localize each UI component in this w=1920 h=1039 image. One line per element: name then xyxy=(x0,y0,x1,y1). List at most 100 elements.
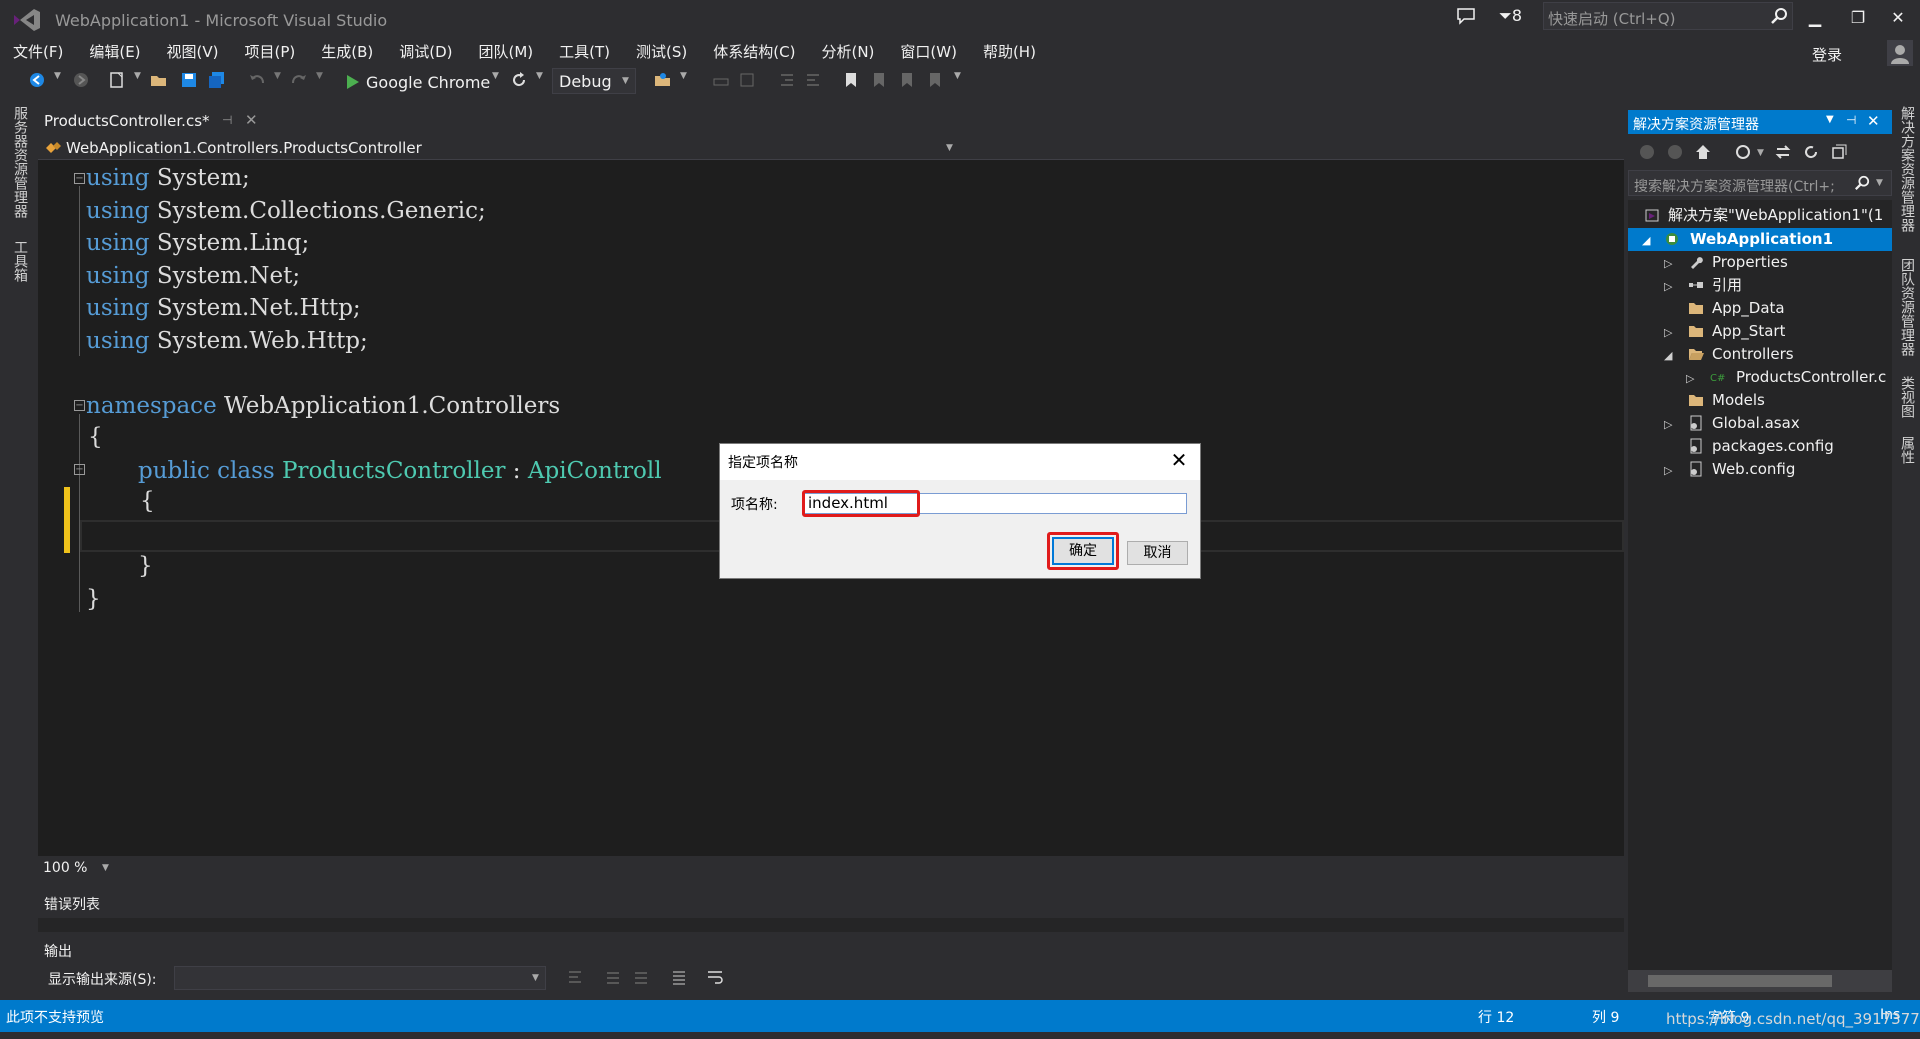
output-source-dropdown-icon[interactable]: ▼ xyxy=(532,973,539,983)
avatar-icon[interactable] xyxy=(1887,40,1913,66)
menu-analyze[interactable]: 分析(N) xyxy=(808,40,887,64)
restore-button[interactable]: ❐ xyxy=(1838,4,1878,32)
output-header[interactable] xyxy=(38,936,1624,962)
next-bookmark-icon[interactable] xyxy=(898,71,916,89)
properties-side-tab[interactable]: 属性 xyxy=(1897,436,1917,464)
sync-icon[interactable] xyxy=(1774,143,1792,161)
step-over-icon[interactable] xyxy=(738,71,756,89)
forward-icon[interactable] xyxy=(72,71,90,89)
expanded-arrow-icon[interactable]: ◢ xyxy=(1664,349,1672,362)
start-debugging-button[interactable]: Google Chrome xyxy=(346,69,490,95)
tree-item-webapplication1[interactable]: WebApplication1 xyxy=(1690,228,1833,251)
team-explorer-side-tab[interactable]: 团队资源管理器 xyxy=(1897,258,1917,356)
cancel-button[interactable]: 取消 xyxy=(1127,541,1188,565)
new-project-icon[interactable] xyxy=(108,71,126,89)
notification-icon[interactable] xyxy=(1456,7,1476,25)
tree-item-app-data[interactable]: App_Data xyxy=(1712,297,1785,320)
prev-bookmark-icon[interactable] xyxy=(870,71,888,89)
tree-item-solution[interactable]: 解决方案"WebApplication1"(1 xyxy=(1668,204,1890,227)
clear-all-icon[interactable] xyxy=(670,968,688,986)
close-tab-icon[interactable]: ✕ xyxy=(245,111,258,129)
output-source-select[interactable] xyxy=(174,966,546,990)
zoom-dropdown-icon[interactable]: ▼ xyxy=(102,863,109,873)
step-into-icon[interactable] xyxy=(712,71,730,89)
save-icon[interactable] xyxy=(180,71,198,89)
menu-project[interactable]: 项目(P) xyxy=(232,40,309,64)
tree-item-models[interactable]: Models xyxy=(1712,389,1765,412)
menu-debug[interactable]: 调试(D) xyxy=(386,40,465,64)
tree-item-controllers[interactable]: Controllers xyxy=(1712,343,1794,366)
tree-item-productscontroller[interactable]: ProductsController.c xyxy=(1736,366,1890,389)
nav-dropdown-icon[interactable]: ▼ xyxy=(946,143,953,153)
pin-panel-icon[interactable]: ⊣ xyxy=(1846,113,1856,127)
collapsed-arrow-icon[interactable]: ▷ xyxy=(1664,280,1672,293)
find-message-icon[interactable] xyxy=(566,968,584,986)
menu-file[interactable]: 文件(F) xyxy=(0,40,76,64)
minimize-button[interactable]: ▁ xyxy=(1795,4,1835,32)
toolbox-tab[interactable]: 工具箱 xyxy=(10,240,30,282)
collapse-namespace-icon[interactable]: − xyxy=(74,400,85,411)
pending-changes-filter-icon[interactable] xyxy=(1734,143,1752,161)
type-navigation-dropdown[interactable]: WebApplication1.Controllers.ProductsCont… xyxy=(66,139,422,157)
browser-dropdown-icon[interactable]: ▼ xyxy=(492,71,510,89)
panel-menu-icon[interactable]: ▼ xyxy=(1826,114,1834,125)
outdent-icon[interactable] xyxy=(778,71,796,89)
indent-icon[interactable] xyxy=(804,71,822,89)
class-view-side-tab[interactable]: 类视图 xyxy=(1897,376,1917,418)
collapsed-arrow-icon[interactable]: ▷ xyxy=(1664,326,1672,339)
menu-view[interactable]: 视图(V) xyxy=(154,40,232,64)
next-message-icon[interactable] xyxy=(632,968,650,986)
close-window-button[interactable]: ✕ xyxy=(1878,4,1918,32)
tree-item-packages-config[interactable]: packages.config xyxy=(1712,435,1834,458)
filter-dropdown-icon[interactable]: ▼ xyxy=(1757,148,1764,158)
toolbar-overflow-icon[interactable]: ▼ xyxy=(680,71,698,89)
notifications-filter[interactable]: ⏷8 xyxy=(1499,6,1522,26)
pin-tab-icon[interactable]: ⊣ xyxy=(222,113,232,127)
tree-item-properties[interactable]: Properties xyxy=(1712,251,1788,274)
back-dropdown-icon[interactable]: ▼ xyxy=(54,71,72,89)
server-explorer-tab[interactable]: 服务器资源管理器 xyxy=(10,106,30,218)
collapsed-arrow-icon[interactable]: ▷ xyxy=(1686,372,1694,385)
collapse-all-icon[interactable] xyxy=(1830,143,1848,161)
open-folder-icon[interactable] xyxy=(150,71,168,89)
tree-item-references[interactable]: 引用 xyxy=(1712,274,1742,297)
collapse-usings-icon[interactable]: − xyxy=(74,173,85,184)
menu-window[interactable]: 窗口(W) xyxy=(887,40,970,64)
redo-icon[interactable] xyxy=(290,71,308,89)
menu-help[interactable]: 帮助(H) xyxy=(970,40,1049,64)
word-wrap-icon[interactable] xyxy=(706,968,724,986)
collapse-class-icon[interactable]: − xyxy=(74,464,85,475)
dialog-close-button[interactable]: ✕ xyxy=(1164,448,1194,472)
configuration-dropdown-icon[interactable]: ▼ xyxy=(622,76,629,86)
scrollbar-thumb[interactable] xyxy=(1648,975,1832,987)
menu-edit[interactable]: 编辑(E) xyxy=(76,40,153,64)
menu-test[interactable]: 测试(S) xyxy=(623,40,700,64)
error-list-header[interactable] xyxy=(38,888,1624,916)
clear-bookmarks-icon[interactable] xyxy=(926,71,944,89)
expanded-arrow-icon[interactable]: ◢ xyxy=(1642,234,1650,247)
tree-item-web-config[interactable]: Web.config xyxy=(1712,458,1795,481)
back-icon[interactable] xyxy=(28,71,46,89)
collapsed-arrow-icon[interactable]: ▷ xyxy=(1664,257,1672,270)
close-panel-icon[interactable]: ✕ xyxy=(1867,112,1880,130)
zoom-level-select[interactable]: 100 % xyxy=(43,860,87,876)
find-in-files-icon[interactable] xyxy=(654,71,672,89)
tree-item-app-start[interactable]: App_Start xyxy=(1712,320,1785,343)
forward-icon[interactable] xyxy=(1666,143,1684,161)
bookmark-icon[interactable] xyxy=(842,71,860,89)
solution-explorer-side-tab[interactable]: 解决方案资源管理器 xyxy=(1897,106,1917,232)
back-icon[interactable] xyxy=(1638,143,1656,161)
menu-tools[interactable]: 工具(T) xyxy=(546,40,623,64)
customize-toolbar-icon[interactable]: ▼ xyxy=(954,71,972,89)
search-icon[interactable] xyxy=(1770,7,1788,25)
collapsed-arrow-icon[interactable]: ▷ xyxy=(1664,418,1672,431)
save-all-icon[interactable] xyxy=(208,71,226,89)
prev-message-icon[interactable] xyxy=(604,968,622,986)
refresh-icon[interactable] xyxy=(510,71,528,89)
menu-team[interactable]: 团队(M) xyxy=(466,40,547,64)
search-icon[interactable] xyxy=(1854,175,1870,191)
home-icon[interactable] xyxy=(1694,143,1712,161)
search-options-icon[interactable]: ▼ xyxy=(1876,178,1883,188)
tree-item-global-asax[interactable]: Global.asax xyxy=(1712,412,1800,435)
sign-in-link[interactable]: 登录 xyxy=(1812,44,1842,65)
